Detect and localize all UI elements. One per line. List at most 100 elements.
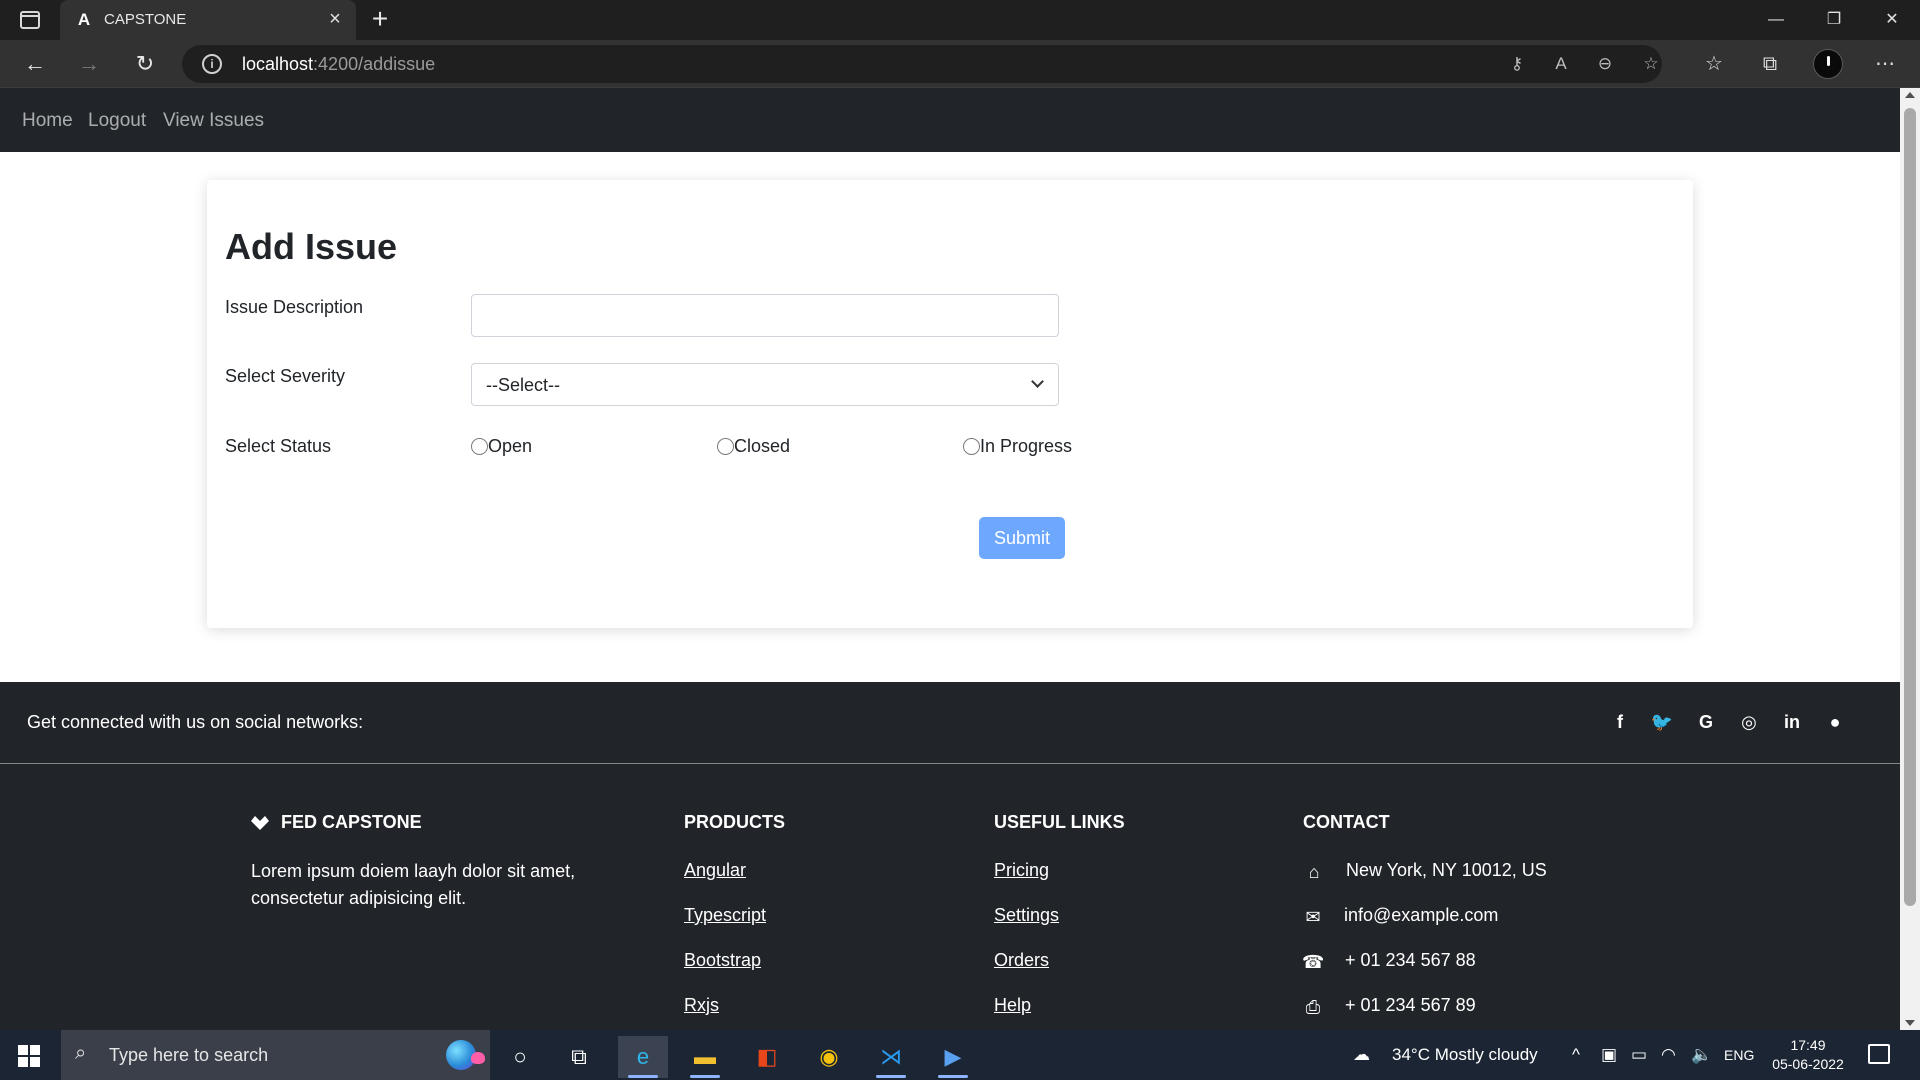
footer-link-orders[interactable]: Orders (994, 950, 1049, 971)
nav-view-issues-link[interactable]: View Issues (163, 110, 264, 132)
browser-toolbar: ← → ↻ i localhost:4200/addissue ⚷ A ⊖ ☆ … (0, 40, 1920, 88)
instagram-icon[interactable]: ◎ (1736, 710, 1762, 734)
home-icon: ⌂ (1308, 862, 1320, 882)
meet-now-icon[interactable]: ▣ (1601, 1030, 1617, 1080)
refresh-icon[interactable]: ↻ (128, 48, 162, 80)
facebook-icon[interactable]: f (1607, 710, 1633, 734)
page-scrollbar[interactable] (1900, 88, 1920, 1030)
search-icon: ⌕ (75, 1042, 87, 1064)
file-explorer-icon[interactable]: ▬ (680, 1036, 730, 1078)
status-option-label[interactable]: Closed (734, 436, 790, 457)
tray-chevron-up-icon[interactable]: ^ (1572, 1030, 1580, 1080)
footer: Get connected with us on social networks… (0, 682, 1900, 1030)
tab-actions-icon[interactable] (20, 11, 40, 29)
google-icon[interactable]: G (1693, 710, 1719, 734)
scroll-thumb[interactable] (1904, 108, 1916, 906)
minimize-icon[interactable]: — (1748, 0, 1804, 40)
footer-link-help[interactable]: Help (994, 995, 1031, 1016)
collections-icon[interactable]: ⧉ (1755, 50, 1785, 78)
footer-link-pricing[interactable]: Pricing (994, 860, 1049, 881)
restore-icon[interactable]: ❐ (1806, 0, 1862, 40)
status-label: Select Status (225, 436, 332, 456)
status-option-label[interactable]: In Progress (980, 436, 1072, 457)
radio-circle[interactable] (717, 438, 734, 455)
more-icon[interactable]: ⋯ (1870, 50, 1900, 78)
language-indicator[interactable]: ENG (1724, 1030, 1754, 1080)
weather-text[interactable]: 34°C Mostly cloudy (1392, 1030, 1538, 1080)
chevron-down-icon (1031, 375, 1044, 388)
notification-icon[interactable] (1868, 1044, 1890, 1064)
vscode-icon[interactable]: ⋊ (866, 1036, 916, 1078)
useful-links-title: USEFUL LINKS (994, 812, 1125, 832)
twitter-icon[interactable]: 🐦 (1649, 710, 1675, 734)
zoom-out-icon[interactable]: ⊖ (1592, 53, 1618, 75)
contact-title: CONTACT (1303, 812, 1390, 832)
contact-fax: + 01 234 567 89 (1345, 995, 1476, 1015)
close-tab-icon[interactable]: × (324, 8, 346, 30)
site-info-icon[interactable]: i (202, 54, 222, 74)
nav-logout-link[interactable]: Logout (88, 110, 146, 132)
social-text: Get connected with us on social networks… (27, 712, 364, 732)
new-tab-icon[interactable]: + (366, 5, 394, 34)
back-icon[interactable]: ← (18, 48, 52, 80)
footer-products-col: PRODUCTS (684, 812, 785, 833)
products-title: PRODUCTS (684, 812, 786, 832)
severity-select[interactable]: --Select-- (471, 363, 1059, 406)
radio-circle[interactable] (471, 438, 488, 455)
browser-tab[interactable]: A CAPSTONE × (60, 0, 356, 40)
volume-icon[interactable]: 🔈 (1691, 1030, 1712, 1080)
tab-title: CAPSTONE (104, 11, 187, 28)
wifi-icon[interactable]: ◠ (1661, 1030, 1676, 1080)
weather-icon[interactable]: ☁ (1353, 1030, 1370, 1080)
taskbar-clock[interactable]: 17:49 05-06-2022 (1758, 1036, 1858, 1074)
contact-email: info@example.com (1344, 905, 1499, 925)
severity-label: Select Severity (225, 366, 346, 386)
footer-link-angular[interactable]: Angular (684, 860, 746, 881)
windows-start-icon[interactable] (18, 1045, 40, 1067)
footer-link-settings[interactable]: Settings (994, 905, 1059, 926)
edge-icon[interactable]: e (618, 1036, 668, 1078)
favorites-icon[interactable]: ☆ (1699, 50, 1729, 78)
url-host: localhost (242, 54, 314, 74)
search-placeholder: Type here to search (109, 1045, 269, 1065)
clock-date: 05-06-2022 (1772, 1056, 1844, 1072)
status-option-label[interactable]: Open (488, 436, 532, 457)
footer-link-typescript[interactable]: Typescript (684, 905, 766, 926)
office-icon[interactable]: ◧ (742, 1036, 792, 1078)
add-favorite-icon[interactable]: ☆ (1638, 53, 1664, 75)
key-icon[interactable]: ⚷ (1504, 53, 1530, 75)
footer-useful-col: USEFUL LINKS (994, 812, 1125, 833)
scroll-up-arrow-icon[interactable] (1905, 92, 1915, 98)
severity-selected-value: --Select-- (486, 375, 561, 395)
scroll-down-arrow-icon[interactable] (1905, 1020, 1915, 1026)
browser-tab-strip: A CAPSTONE × + — ❐ ✕ (0, 0, 1920, 40)
heart-icon (471, 1052, 485, 1064)
nav-home-link[interactable]: Home (22, 110, 73, 132)
radio-circle[interactable] (963, 438, 980, 455)
task-view-icon[interactable]: ⧉ (554, 1036, 604, 1078)
profile-avatar[interactable] (1813, 49, 1843, 79)
github-icon[interactable]: ● (1822, 710, 1848, 734)
footer-link-rxjs[interactable]: Rxjs (684, 995, 719, 1016)
battery-icon[interactable]: ▭ (1631, 1030, 1647, 1080)
read-aloud-icon[interactable]: A (1548, 53, 1574, 75)
taskbar-search-box[interactable]: ⌕ Type here to search (61, 1030, 490, 1080)
issue-description-input[interactable] (471, 294, 1059, 337)
footer-brand-description: Lorem ipsum doiem laayh dolor sit amet, … (251, 861, 576, 908)
page-viewport: Home Logout View Issues Add Issue Issue … (0, 88, 1900, 1030)
cortana-icon[interactable]: ○ (495, 1036, 545, 1078)
chrome-icon[interactable]: ◉ (804, 1036, 854, 1078)
close-window-icon[interactable]: ✕ (1864, 0, 1920, 40)
powershell-icon[interactable]: ▶ (928, 1036, 978, 1078)
issue-description-label: Issue Description (225, 297, 364, 317)
footer-link-bootstrap[interactable]: Bootstrap (684, 950, 761, 971)
address-bar[interactable]: i localhost:4200/addissue ⚷ A ⊖ ☆ (182, 45, 1662, 83)
print-icon: ⎙ (1305, 997, 1321, 1017)
url-path: :4200/addissue (313, 54, 436, 74)
url-text[interactable]: localhost:4200/addissue (242, 54, 435, 75)
linkedin-icon[interactable]: in (1779, 710, 1805, 734)
footer-brand-title: FED CAPSTONE (281, 812, 422, 832)
contact-phone: + 01 234 567 88 (1345, 950, 1476, 970)
footer-brand-col: FED CAPSTONE (251, 812, 422, 833)
submit-button[interactable]: Submit (979, 517, 1065, 559)
